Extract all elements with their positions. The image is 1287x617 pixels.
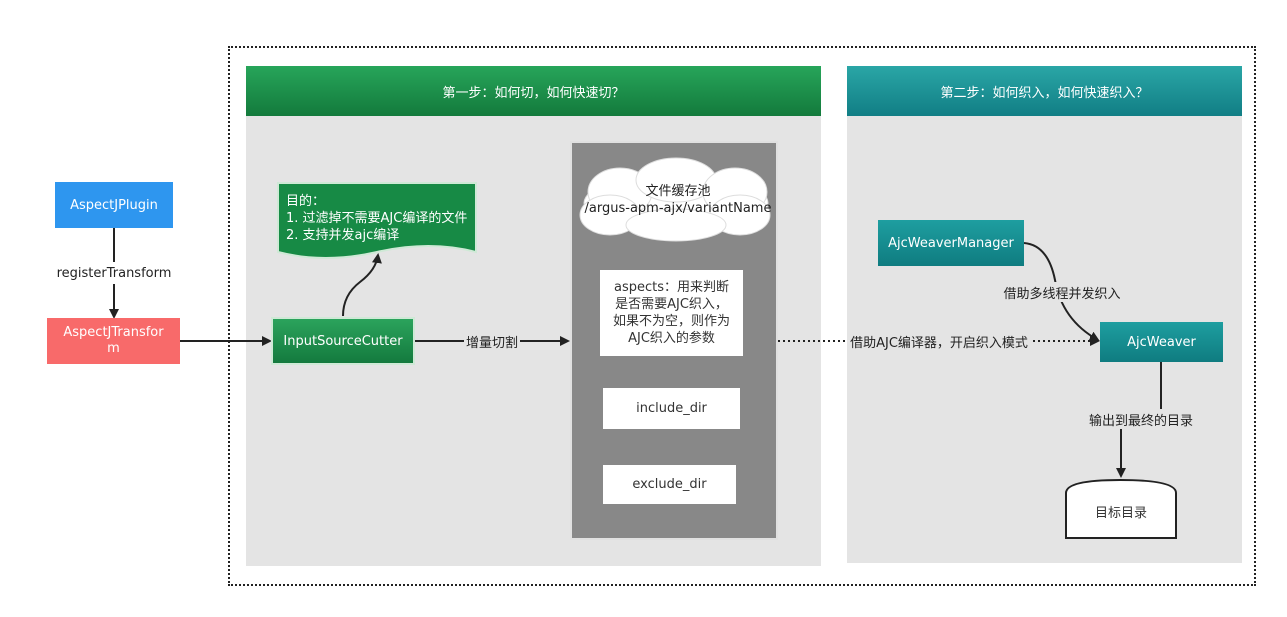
aspectj-transform-label-line2: m bbox=[107, 341, 120, 356]
slice-edge-label: 增量切割 bbox=[464, 331, 520, 351]
purpose-note-line1: 目的： bbox=[286, 194, 326, 209]
aspects-box: aspects：用来判断 是否需要AJC织入， 如果不为空，则作为 AJC织入的… bbox=[600, 270, 743, 356]
ajc-weaver-manager-label: AjcWeaverManager bbox=[888, 235, 1014, 251]
multithread-edge-label: 借助多线程并发织入 bbox=[1000, 282, 1124, 302]
purpose-note: 目的： 1. 过滤掉不需要AJC编译的文件 2. 支持并发ajc编译 bbox=[286, 193, 474, 244]
aspects-line1: aspects：用来判断 bbox=[613, 280, 729, 295]
ajc-weaver-node: AjcWeaver bbox=[1100, 322, 1223, 362]
file-cache-pool-label: 文件缓存池 /argus-apm-ajx/variantName bbox=[580, 183, 776, 217]
aspectj-transform-node: AspectJTransfor m bbox=[47, 318, 180, 364]
ajc-weaver-manager-node: AjcWeaverManager bbox=[878, 220, 1024, 266]
aspectj-plugin-node: AspectJPlugin bbox=[55, 182, 173, 228]
purpose-note-line2: 1. 过滤掉不需要AJC编译的文件 bbox=[286, 211, 468, 226]
cache-title: 文件缓存池 bbox=[645, 184, 711, 199]
ajc-compile-edge-label: 借助AJC编译器，开启织入模式 bbox=[848, 331, 1030, 351]
exclude-dir-box: exclude_dir bbox=[603, 465, 736, 504]
register-transform-label: registerTransform bbox=[55, 262, 173, 284]
include-dir-label: include_dir bbox=[636, 401, 707, 416]
aspects-line3: 如果不为空，则作为 bbox=[612, 314, 730, 329]
aspectj-transform-label-line1: AspectJTransfor bbox=[63, 325, 164, 340]
target-directory-label: 目标目录 bbox=[1094, 505, 1147, 521]
input-source-cutter-node: InputSourceCutter bbox=[271, 317, 415, 365]
edge-cutter-note bbox=[342, 253, 382, 317]
aspectj-plugin-label: AspectJPlugin bbox=[70, 197, 158, 213]
ajc-weaver-label: AjcWeaver bbox=[1127, 334, 1196, 350]
aspects-line2: 是否需要AJC织入， bbox=[615, 297, 728, 312]
exclude-dir-label: exclude_dir bbox=[632, 477, 707, 492]
cache-path: /argus-apm-ajx/variantName bbox=[584, 201, 772, 216]
include-dir-box: include_dir bbox=[603, 388, 740, 429]
input-source-cutter-label: InputSourceCutter bbox=[283, 333, 403, 349]
output-edge-label: 输出到最终的目录 bbox=[1085, 409, 1197, 429]
target-directory-node: 目标目录 bbox=[1066, 484, 1176, 538]
purpose-note-line3: 2. 支持并发ajc编译 bbox=[286, 228, 400, 243]
aspects-line4: AJC织入的参数 bbox=[628, 331, 715, 346]
